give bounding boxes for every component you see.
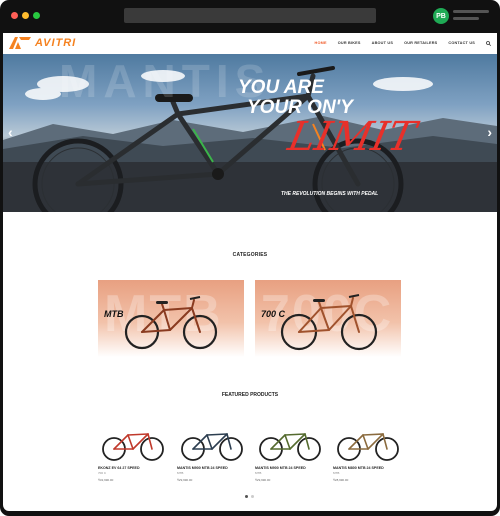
carousel-pagination <box>245 495 254 498</box>
address-bar[interactable] <box>124 8 376 23</box>
slider-next-arrow[interactable]: › <box>487 124 492 140</box>
product-category: 700 C <box>98 471 107 475</box>
product-price: ₹29,990.00 <box>255 478 271 482</box>
avatar-initials: PB <box>436 12 446 20</box>
product-image <box>102 433 164 461</box>
search-icon[interactable] <box>486 40 491 46</box>
nav-home[interactable]: HOME <box>315 41 327 45</box>
nav-our-retailers[interactable]: OUR RETAILERS <box>404 41 437 45</box>
featured-products-heading: FEATURED PRODUCTS <box>221 392 279 398</box>
logo-mark-icon <box>9 36 31 49</box>
site-header: AVITRI HOME OUR BIKES ABOUT US OUR RETAI… <box>3 33 497 53</box>
product-card[interactable]: EKONZ EV 64 27 SPEED 700 C ₹32,990.00 <box>98 423 168 485</box>
browser-window: PB AVITRI HOME OUR BIKES ABOUT US OUR RE… <box>0 0 500 516</box>
product-price: ₹29,990.00 <box>177 478 193 482</box>
product-card[interactable]: MANTIS M800 MTB 24 SPEED MTB ₹28,990.00 <box>333 423 403 485</box>
product-name[interactable]: MANTIS M900 MTB 24 SPEED <box>255 466 306 470</box>
carousel-dot[interactable] <box>251 495 254 498</box>
carousel-dot-active[interactable] <box>245 495 248 498</box>
product-name[interactable]: EKONZ EV 64 27 SPEED <box>98 466 140 470</box>
close-window-button[interactable] <box>11 12 18 19</box>
product-price: ₹28,990.00 <box>333 478 349 482</box>
hero-headline-line1: YOU ARE <box>238 77 324 98</box>
nav-about-us[interactable]: ABOUT US <box>372 41 393 45</box>
hero-script-word: LIMIT <box>284 114 420 160</box>
nav-contact-us[interactable]: CONTACT US <box>448 41 475 45</box>
main-menu: HOME OUR BIKES ABOUT US OUR RETAILERS CO… <box>315 33 491 53</box>
categories-heading: CATEGORIES <box>232 252 268 258</box>
product-price: ₹32,990.00 <box>98 478 114 482</box>
product-image <box>337 433 399 461</box>
profile-email-placeholder <box>453 17 479 20</box>
maximize-window-button[interactable] <box>33 12 40 19</box>
slider-prev-arrow[interactable]: ‹ <box>8 124 13 140</box>
product-category: MTB <box>333 471 340 475</box>
category-label: MTB <box>104 309 124 319</box>
category-card-700c[interactable]: 700C 700 C <box>255 280 401 357</box>
profile-name-placeholder <box>453 10 489 13</box>
minimize-window-button[interactable] <box>22 12 29 19</box>
product-name[interactable]: MANTIS M900 MTB 24 SPEED <box>177 466 228 470</box>
product-name[interactable]: MANTIS M800 MTB 24 SPEED <box>333 466 384 470</box>
web-page: AVITRI HOME OUR BIKES ABOUT US OUR RETAI… <box>3 33 497 511</box>
product-card[interactable]: MANTIS M900 MTB 24 SPEED MTB ₹29,990.00 <box>177 423 247 485</box>
category-label: 700 C <box>261 309 286 319</box>
category-card-mtb[interactable]: MTB MTB <box>98 280 244 357</box>
site-logo[interactable]: AVITRI <box>9 36 76 49</box>
product-category: MTB <box>255 471 262 475</box>
brand-name: AVITRI <box>35 36 77 49</box>
product-category: MTB <box>177 471 184 475</box>
product-card[interactable]: MANTIS M900 MTB 24 SPEED MTB ₹29,990.00 <box>255 423 325 485</box>
nav-our-bikes[interactable]: OUR BIKES <box>338 41 361 45</box>
product-image <box>259 433 321 461</box>
product-image <box>181 433 243 461</box>
hero-banner: MANTIS YOU ARE YOUR ON'Y LIMIT THE REVOL… <box>3 54 497 212</box>
profile-avatar[interactable]: PB <box>433 8 449 24</box>
hero-tagline: THE REVOLUTION BEGINS WITH PEDAL <box>281 191 379 197</box>
